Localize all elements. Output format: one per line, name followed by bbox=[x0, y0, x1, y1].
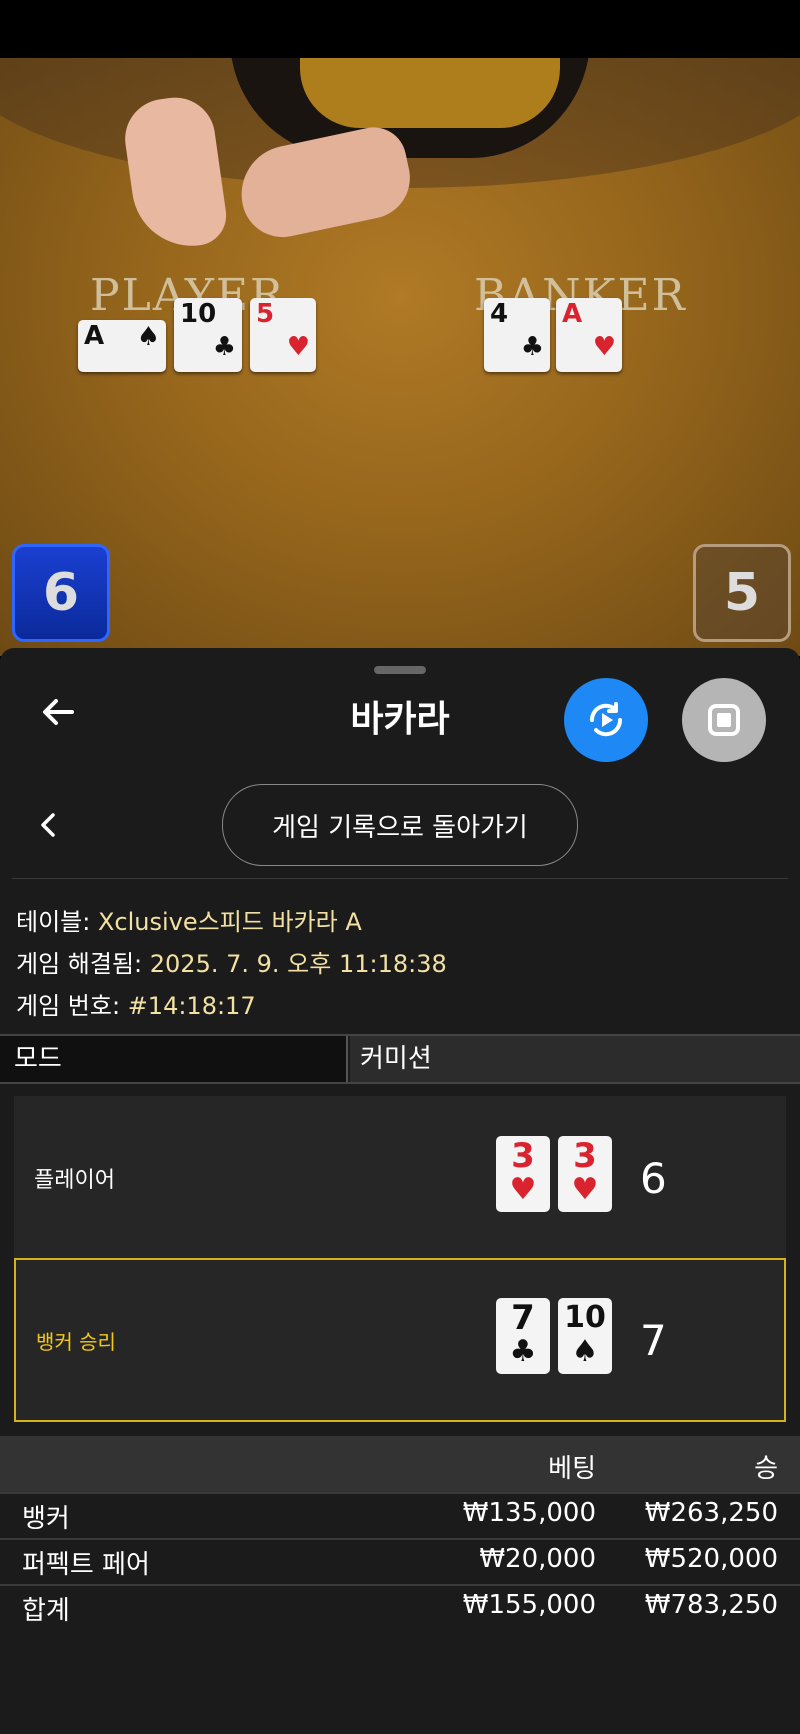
banker-hand-score: 7 bbox=[640, 1315, 667, 1365]
stop-button[interactable] bbox=[682, 678, 766, 762]
divider bbox=[12, 878, 788, 879]
game-details-panel: 바카라 게임 기록으로 돌아가기 테이블: Xclusive스피드 바카라 A … bbox=[0, 648, 800, 1734]
banker-score-badge: 5 bbox=[693, 544, 791, 642]
table-card: 5 ♥ bbox=[250, 298, 316, 372]
playing-card: 7 ♣ bbox=[496, 1298, 550, 1374]
player-hand-score: 6 bbox=[640, 1153, 667, 1203]
player-score-badge: 6 bbox=[12, 544, 110, 642]
mode-value: 커미션 bbox=[350, 1036, 800, 1082]
table-info: 테이블: Xclusive스피드 바카라 A bbox=[16, 908, 362, 936]
page-title: 바카라 bbox=[350, 699, 450, 740]
banker-hand-label: 뱅커 승리 bbox=[36, 1329, 116, 1354]
stop-icon bbox=[708, 704, 740, 736]
dealer-shirt bbox=[300, 58, 560, 128]
mode-label: 모드 bbox=[0, 1036, 348, 1082]
table-card: A ♠ bbox=[78, 320, 166, 372]
drag-handle[interactable] bbox=[374, 666, 426, 674]
bet-column-header: 베팅 bbox=[548, 1454, 596, 1484]
replay-icon bbox=[589, 702, 623, 737]
player-hand-label: 플레이어 bbox=[34, 1168, 115, 1193]
total-row: 합계 ₩155,000 ₩783,250 bbox=[0, 1584, 800, 1630]
chevron-left-icon[interactable] bbox=[34, 810, 64, 840]
playing-card: 3 ♥ bbox=[558, 1136, 612, 1212]
game-number-info: 게임 번호: #14:18:17 bbox=[16, 992, 256, 1020]
back-to-history-button[interactable]: 게임 기록으로 돌아가기 bbox=[222, 784, 578, 866]
win-column-header: 승 bbox=[754, 1454, 778, 1484]
mode-row: 모드 커미션 bbox=[0, 1034, 800, 1084]
playing-card: 10 ♠ bbox=[558, 1298, 612, 1374]
replay-button[interactable] bbox=[564, 678, 648, 762]
player-hand-row: 플레이어 3 ♥ 3 ♥ 6 bbox=[14, 1096, 786, 1260]
table-card: 10 ♣ bbox=[174, 298, 242, 372]
status-bar bbox=[0, 0, 800, 58]
table-row: 퍼펙트 페어 ₩20,000 ₩520,000 bbox=[0, 1538, 800, 1584]
banker-hand-row: 뱅커 승리 7 ♣ 10 ♠ 7 bbox=[14, 1258, 786, 1422]
resolved-info: 게임 해결됨: 2025. 7. 9. 오후 11:18:38 bbox=[16, 950, 447, 978]
table-row: 뱅커 ₩135,000 ₩263,250 bbox=[0, 1492, 800, 1538]
table-card: A ♥ bbox=[556, 298, 622, 372]
table-card: 4 ♣ bbox=[484, 298, 550, 372]
bets-table-header: 베팅 승 bbox=[0, 1436, 800, 1492]
live-video-feed: PLAYER BANKER A ♠ 10 ♣ 5 ♥ 4 ♣ A ♥ 6 5 bbox=[0, 58, 800, 656]
playing-card: 3 ♥ bbox=[496, 1136, 550, 1212]
